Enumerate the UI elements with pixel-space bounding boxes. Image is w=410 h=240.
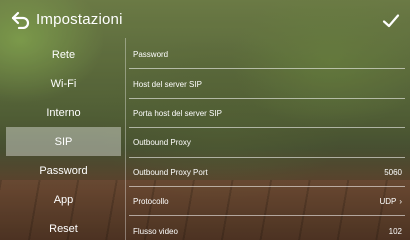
header-bar: Impostazioni bbox=[0, 0, 410, 40]
setting-outbound-proxy-port[interactable]: Outbound Proxy Port 5060 bbox=[129, 158, 405, 188]
setting-value-group: UDP › bbox=[379, 197, 402, 206]
tab-label: Reset bbox=[49, 222, 78, 235]
column-divider bbox=[125, 38, 126, 240]
tab-label: Wi-Fi bbox=[50, 77, 77, 90]
setting-label: Protocollo bbox=[133, 197, 169, 207]
tab-label: Rete bbox=[51, 48, 76, 61]
setting-label: Host del server SIP bbox=[133, 79, 202, 89]
tab-rete[interactable]: Rete bbox=[6, 40, 121, 69]
setting-value: UDP bbox=[379, 197, 397, 207]
setting-protocol[interactable]: Protocollo UDP › bbox=[129, 187, 405, 217]
setting-label: Outbound Proxy Port bbox=[133, 167, 208, 177]
confirm-button[interactable] bbox=[380, 10, 402, 32]
sip-settings-list: Password Host del server SIP Porta host … bbox=[129, 40, 405, 240]
setting-sip-server-host[interactable]: Host del server SIP bbox=[129, 69, 405, 100]
tab-password[interactable]: Password bbox=[6, 156, 121, 185]
tab-interno[interactable]: Interno bbox=[6, 98, 121, 127]
setting-label: Flusso video bbox=[133, 226, 178, 236]
chevron-right-icon: › bbox=[399, 197, 402, 207]
tab-wifi[interactable]: Wi-Fi bbox=[6, 69, 121, 98]
checkmark-icon bbox=[382, 14, 400, 28]
settings-tabs: Rete Wi-Fi Interno SIP Password App Rese… bbox=[6, 40, 121, 240]
setting-password[interactable]: Password bbox=[129, 40, 405, 70]
tab-reset[interactable]: Reset bbox=[6, 214, 121, 240]
setting-label: Porta host del server SIP bbox=[133, 108, 222, 118]
setting-sip-server-port[interactable]: Porta host del server SIP bbox=[129, 99, 405, 129]
tab-label: Interno bbox=[46, 106, 81, 119]
tab-label: App bbox=[53, 193, 74, 206]
setting-label: Password bbox=[133, 50, 169, 60]
back-button[interactable] bbox=[10, 9, 32, 31]
tab-app[interactable]: App bbox=[6, 185, 121, 214]
setting-video-stream[interactable]: Flusso video 102 bbox=[129, 216, 405, 240]
tab-label: Password bbox=[39, 164, 88, 177]
setting-label: Outbound Proxy bbox=[133, 138, 191, 148]
tab-label: SIP bbox=[54, 135, 73, 148]
tab-sip[interactable]: SIP bbox=[6, 127, 121, 156]
back-arrow-icon bbox=[11, 11, 30, 29]
page-title: Impostazioni bbox=[36, 11, 123, 28]
setting-outbound-proxy[interactable]: Outbound Proxy bbox=[129, 128, 405, 158]
setting-value: 5060 bbox=[384, 167, 402, 177]
setting-value: 102 bbox=[388, 226, 402, 236]
